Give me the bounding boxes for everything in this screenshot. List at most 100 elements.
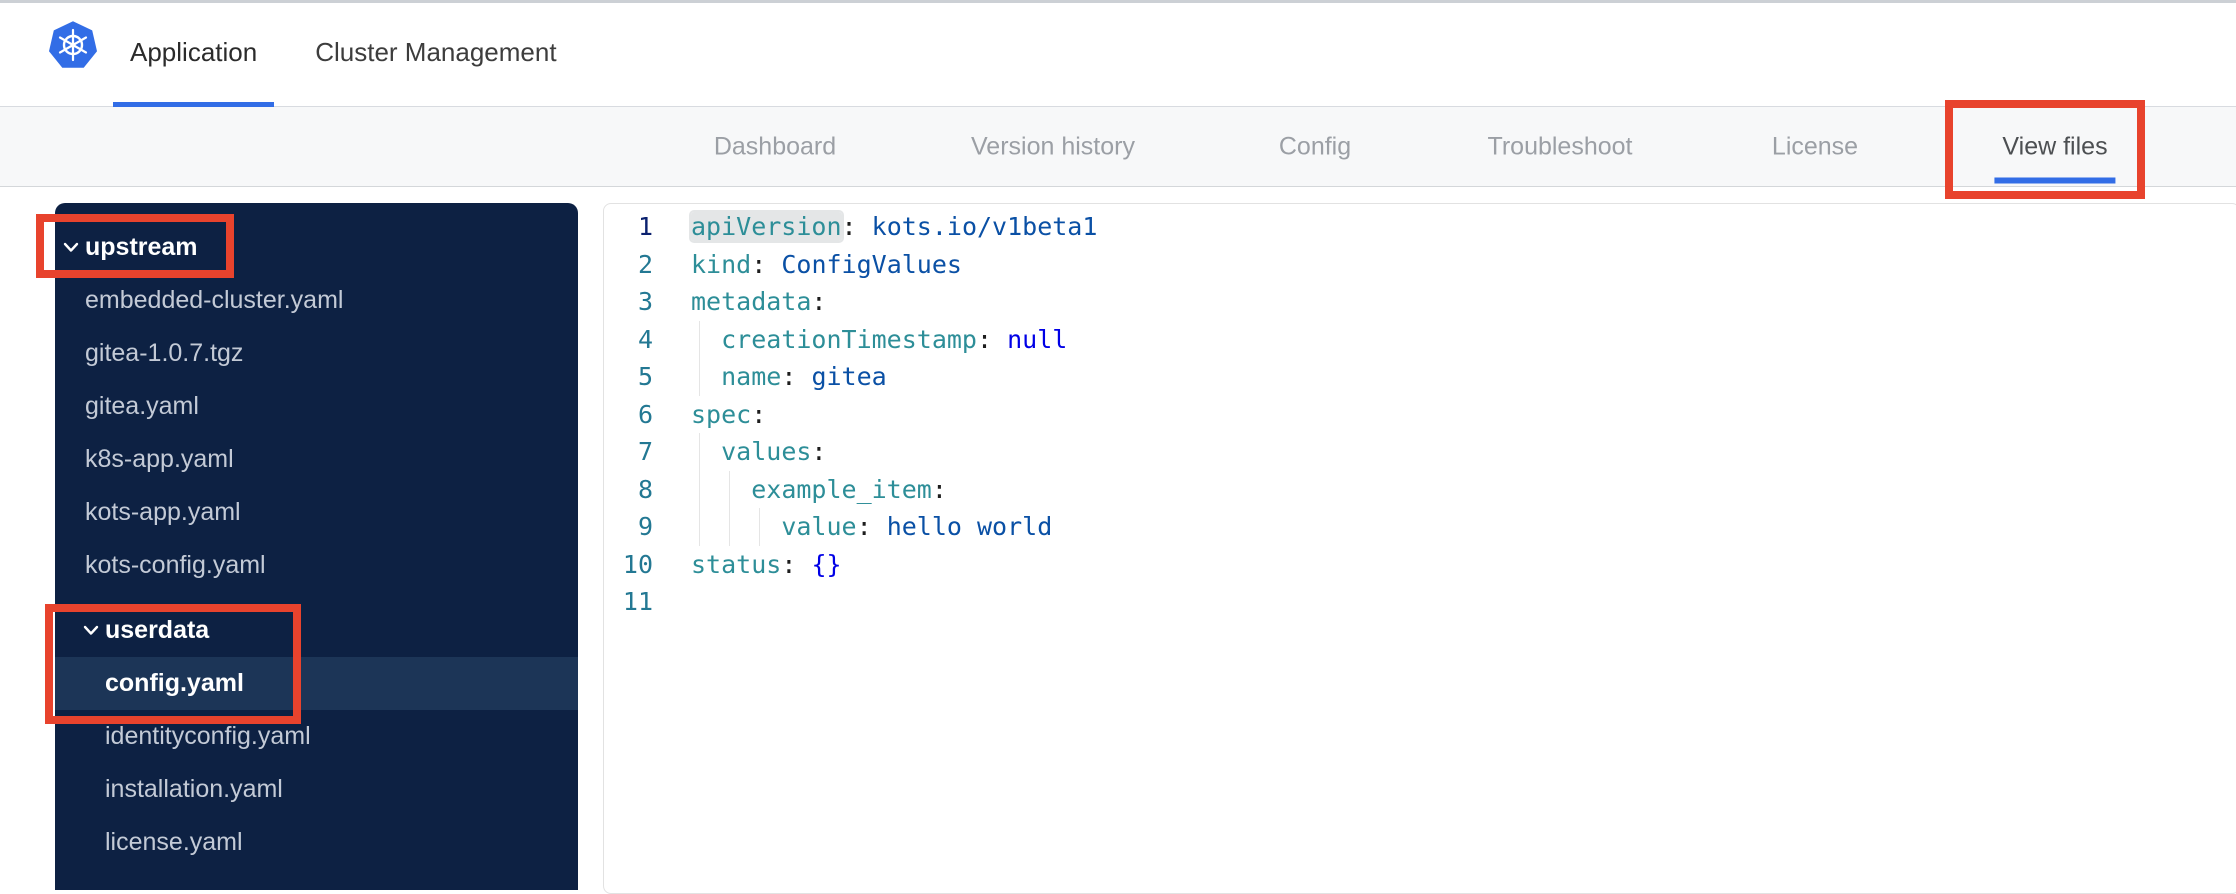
yaml-colon: : — [857, 512, 872, 541]
yaml-colon: : — [811, 437, 826, 466]
indent-guide — [699, 358, 700, 396]
code-text: kind: ConfigValues — [653, 246, 962, 284]
tree-file-kots-app-yaml[interactable]: kots-app.yaml — [55, 486, 578, 539]
yaml-key: example_item — [751, 475, 932, 504]
code-text: spec: — [653, 396, 766, 434]
yaml-value: gitea — [811, 362, 886, 391]
file-label: embedded-cluster.yaml — [85, 286, 343, 315]
yaml-colon: : — [781, 550, 796, 579]
annotation-box-userdata-config — [45, 604, 301, 724]
indent-guide — [699, 508, 700, 546]
file-label: kots-app.yaml — [85, 498, 241, 527]
yaml-key: spec — [691, 400, 751, 429]
line-number: 5 — [604, 358, 653, 396]
indent-guide — [699, 433, 700, 471]
code-line-2[interactable]: 2kind: ConfigValues — [604, 246, 2236, 284]
line-number: 7 — [604, 433, 653, 471]
yaml-colon: : — [932, 475, 947, 504]
yaml-key: apiVersion — [691, 212, 842, 241]
file-label: installation.yaml — [105, 775, 283, 804]
yaml-value: null — [1007, 325, 1067, 354]
code-text — [653, 583, 691, 621]
line-number: 8 — [604, 471, 653, 509]
code-text: values: — [653, 433, 826, 471]
kubernetes-logo — [47, 19, 99, 71]
file-label: kots-config.yaml — [85, 551, 266, 580]
yaml-colon: : — [842, 212, 857, 241]
line-number: 3 — [604, 283, 653, 321]
code-text: creationTimestamp: null — [653, 321, 1067, 359]
nav-tab-license[interactable]: License — [1772, 132, 1858, 161]
line-number: 9 — [604, 508, 653, 546]
code-text: apiVersion: kots.io/v1beta1 — [653, 208, 1097, 246]
code-text: example_item: — [653, 471, 947, 509]
file-label: gitea-1.0.7.tgz — [85, 339, 243, 368]
yaml-editor[interactable]: 1apiVersion: kots.io/v1beta12kind: Confi… — [603, 203, 2236, 894]
header-tab-cluster-management[interactable]: Cluster Management — [298, 3, 573, 107]
line-number: 1 — [604, 208, 653, 246]
line-number: 11 — [604, 583, 653, 621]
yaml-key: creationTimestamp — [721, 325, 977, 354]
tree-file-license-yaml[interactable]: license.yaml — [55, 816, 578, 869]
code-text: name: gitea — [653, 358, 887, 396]
tree-file-k8s-app-yaml[interactable]: k8s-app.yaml — [55, 433, 578, 486]
yaml-value: hello world — [887, 512, 1053, 541]
indent-guide — [729, 508, 730, 546]
code-line-8[interactable]: 8 example_item: — [604, 471, 2236, 509]
file-label: k8s-app.yaml — [85, 445, 234, 474]
yaml-key: value — [781, 512, 856, 541]
code-line-11[interactable]: 11 — [604, 583, 2236, 621]
tree-file-embedded-cluster-yaml[interactable]: embedded-cluster.yaml — [55, 274, 578, 327]
nav-tab-version-history[interactable]: Version history — [971, 132, 1135, 161]
nav-tab-dashboard[interactable]: Dashboard — [714, 132, 836, 161]
code-line-7[interactable]: 7 values: — [604, 433, 2236, 471]
code-text: value: hello world — [653, 508, 1052, 546]
tree-file-gitea-1-0-7-tgz[interactable]: gitea-1.0.7.tgz — [55, 327, 578, 380]
yaml-value: {} — [811, 550, 841, 579]
file-label: identityconfig.yaml — [105, 722, 311, 751]
file-label: license.yaml — [105, 828, 243, 857]
yaml-key: name — [721, 362, 781, 391]
file-tree-sidebar: upstreamembedded-cluster.yamlgitea-1.0.7… — [55, 203, 578, 890]
code-text: status: {} — [653, 546, 842, 584]
yaml-key: status — [691, 550, 781, 579]
tree-file-installation-yaml[interactable]: installation.yaml — [55, 763, 578, 816]
line-number: 6 — [604, 396, 653, 434]
yaml-key: values — [721, 437, 811, 466]
code-line-9[interactable]: 9 value: hello world — [604, 508, 2236, 546]
indent-guide — [729, 471, 730, 509]
yaml-key: kind — [691, 250, 751, 279]
tree-file-gitea-yaml[interactable]: gitea.yaml — [55, 380, 578, 433]
header-tabs: ApplicationCluster Management — [113, 3, 598, 107]
top-header: ApplicationCluster Management — [0, 0, 2236, 107]
app-subnav: Dashboard Version history Config Troublesho… — [0, 107, 2236, 187]
line-number: 4 — [604, 321, 653, 359]
code-line-10[interactable]: 10status: {} — [604, 546, 2236, 584]
nav-tab-config[interactable]: Config — [1279, 132, 1351, 161]
header-tab-application[interactable]: Application — [113, 3, 274, 107]
yaml-value: ConfigValues — [781, 250, 962, 279]
nav-tab-troubleshoot[interactable]: Troubleshoot — [1488, 132, 1633, 161]
tree-file-kots-config-yaml[interactable]: kots-config.yaml — [55, 539, 578, 592]
annotation-box-view-files — [1945, 100, 2145, 199]
yaml-colon: : — [781, 362, 796, 391]
code-line-3[interactable]: 3metadata: — [604, 283, 2236, 321]
code-line-5[interactable]: 5 name: gitea — [604, 358, 2236, 396]
code-line-6[interactable]: 6spec: — [604, 396, 2236, 434]
yaml-colon: : — [977, 325, 992, 354]
line-number: 2 — [604, 246, 653, 284]
indent-guide — [699, 321, 700, 359]
yaml-value: kots.io/v1beta1 — [872, 212, 1098, 241]
code-line-4[interactable]: 4 creationTimestamp: null — [604, 321, 2236, 359]
yaml-colon: : — [811, 287, 826, 316]
code-line-1[interactable]: 1apiVersion: kots.io/v1beta1 — [604, 208, 2236, 246]
yaml-colon: : — [751, 250, 766, 279]
yaml-colon: : — [751, 400, 766, 429]
line-number: 10 — [604, 546, 653, 584]
annotation-box-upstream — [36, 214, 234, 278]
file-label: gitea.yaml — [85, 392, 199, 421]
indent-guide — [759, 508, 760, 546]
code-text: metadata: — [653, 283, 826, 321]
yaml-key: metadata — [691, 287, 811, 316]
indent-guide — [699, 471, 700, 509]
